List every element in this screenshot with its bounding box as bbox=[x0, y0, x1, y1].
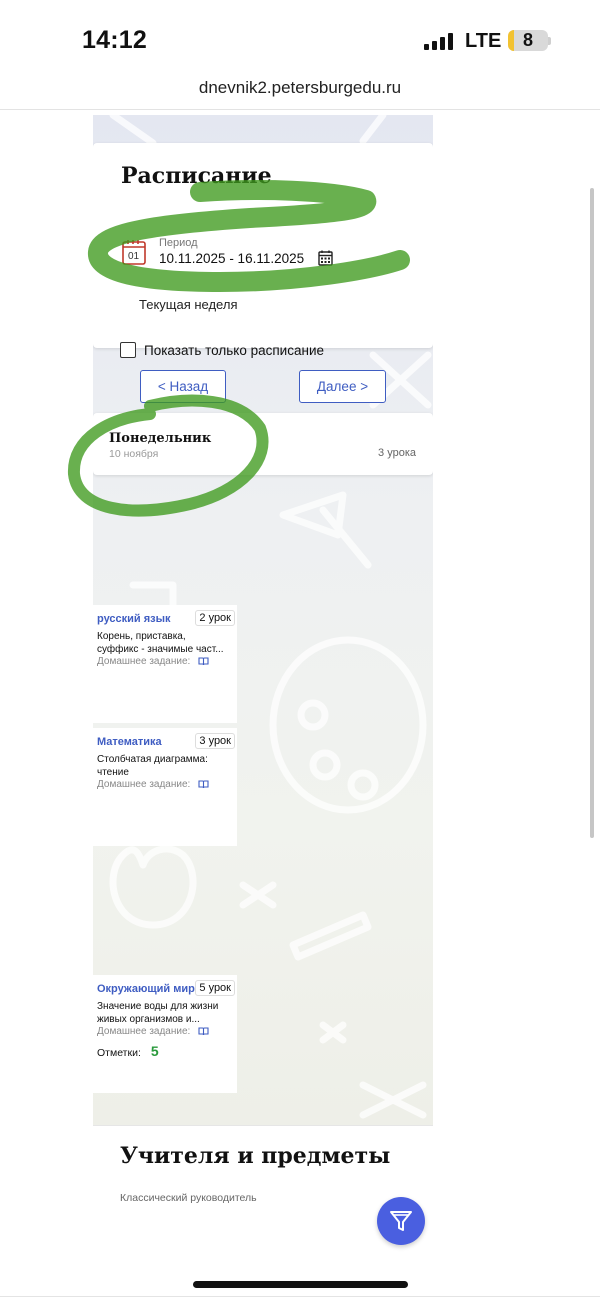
lesson-topic-line: Значение воды для жизни bbox=[97, 1001, 219, 1012]
mark-value[interactable]: 5 bbox=[151, 1043, 159, 1059]
homework-label: Домашнее задание: bbox=[97, 656, 191, 667]
battery-tip bbox=[548, 37, 551, 45]
current-week-link[interactable]: Текущая неделя bbox=[139, 297, 237, 312]
battery-level: 8 bbox=[522, 30, 533, 50]
page-content[interactable]: Расписание 01 Период 10.11.2025 - 16.11.… bbox=[93, 115, 433, 1125]
homework-label: Домашнее задание: bbox=[97, 779, 191, 790]
bottom-divider bbox=[0, 1296, 600, 1297]
lesson-card[interactable]: Математика 3 урок Столбчатая диаграмма: … bbox=[93, 728, 237, 846]
network-type: LTE bbox=[465, 30, 502, 52]
lesson-subject[interactable]: Окружающий мир bbox=[97, 983, 195, 995]
homework-row[interactable]: Домашнее задание: bbox=[97, 656, 209, 667]
lesson-topic-line: живых организмов и... bbox=[97, 1013, 200, 1025]
book-icon[interactable] bbox=[198, 657, 209, 666]
lesson-topic: Корень, приставка, суффикс - значимые ча… bbox=[97, 631, 233, 656]
marks-label: Отметки: bbox=[97, 1047, 141, 1059]
period-label: Период bbox=[159, 237, 198, 249]
status-bar: 14:12 LTE 8 bbox=[0, 0, 600, 80]
lesson-topic-line: суффикс - значимые част... bbox=[97, 643, 224, 655]
show-only-checkbox[interactable] bbox=[120, 342, 136, 358]
lesson-subject[interactable]: Математика bbox=[97, 736, 162, 748]
svg-text:01: 01 bbox=[128, 251, 140, 262]
homework-row[interactable]: Домашнее задание: bbox=[97, 779, 209, 790]
address-bar[interactable]: dnevnik2.petersburgedu.ru bbox=[0, 78, 600, 110]
schedule-title: Расписание bbox=[121, 163, 272, 189]
day-card-monday[interactable]: Понедельник 10 ноября 3 урока bbox=[93, 413, 433, 475]
next-button[interactable]: Далее > bbox=[299, 370, 386, 403]
lesson-card[interactable]: русский язык 2 урок Корень, приставка, с… bbox=[93, 605, 237, 723]
lesson-topic: Значение воды для жизни живых организмов… bbox=[97, 1001, 233, 1026]
back-button[interactable]: < Назад bbox=[140, 370, 226, 403]
scrollbar[interactable] bbox=[590, 188, 594, 838]
calendar-icon[interactable] bbox=[318, 250, 333, 266]
teachers-subtitle: Классический руководитель bbox=[120, 1192, 257, 1204]
day-date: 10 ноября bbox=[109, 448, 159, 460]
marks-row: Отметки: 5 bbox=[97, 1043, 159, 1059]
schedule-card: Расписание 01 Период 10.11.2025 - 16.11.… bbox=[93, 143, 433, 358]
book-icon[interactable] bbox=[198, 780, 209, 789]
home-indicator[interactable] bbox=[193, 1281, 408, 1288]
lesson-topic: Столбчатая диаграмма: чтение bbox=[97, 754, 233, 779]
period-value[interactable]: 10.11.2025 - 16.11.2025 bbox=[159, 251, 304, 266]
lesson-topic-line: чтение bbox=[97, 766, 129, 778]
lesson-number-badge: 5 урок bbox=[195, 980, 235, 996]
lesson-number-badge: 3 урок bbox=[195, 733, 235, 749]
book-icon[interactable] bbox=[198, 1027, 209, 1036]
lesson-subject[interactable]: русский язык bbox=[97, 613, 171, 625]
homework-label: Домашнее задание: bbox=[97, 1026, 191, 1037]
teachers-title: Учителя и предметы bbox=[120, 1143, 391, 1169]
filter-button[interactable] bbox=[377, 1197, 425, 1245]
show-only-schedule-toggle[interactable]: Показать только расписание bbox=[120, 342, 324, 358]
lesson-topic-line: Столбчатая диаграмма: bbox=[97, 754, 208, 765]
show-only-label: Показать только расписание bbox=[144, 342, 324, 358]
signal-strength-icon bbox=[424, 33, 453, 50]
calendar-page-icon: 01 bbox=[122, 240, 146, 265]
lesson-count: 3 урока bbox=[378, 447, 416, 459]
battery-icon: 8 bbox=[508, 30, 548, 51]
homework-row[interactable]: Домашнее задание: bbox=[97, 1026, 209, 1037]
teachers-section: Учителя и предметы Классический руководи… bbox=[93, 1125, 433, 1210]
status-time: 14:12 bbox=[82, 26, 147, 54]
lesson-number-badge: 2 урок bbox=[195, 610, 235, 626]
phone-screen: 14:12 LTE 8 dnevnik2.petersburgedu.ru Ра… bbox=[0, 0, 600, 1300]
filter-icon bbox=[390, 1211, 412, 1231]
url-text: dnevnik2.petersburgedu.ru bbox=[198, 78, 402, 97]
lesson-topic-line: Корень, приставка, bbox=[97, 631, 186, 642]
lesson-card[interactable]: Окружающий мир 5 урок Значение воды для … bbox=[93, 975, 237, 1093]
day-name: Понедельник bbox=[109, 431, 212, 446]
